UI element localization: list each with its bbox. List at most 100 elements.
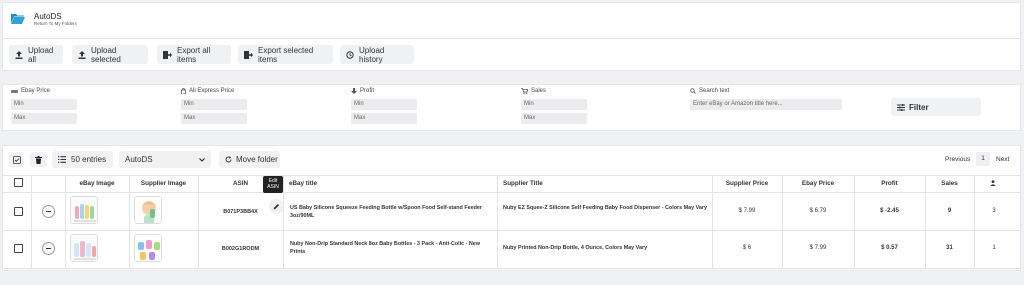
col-divider <box>497 175 498 269</box>
ebay-price-max-input[interactable]: Max <box>11 113 77 124</box>
col-header-sales: Sales <box>941 180 958 187</box>
upload-icon <box>78 50 86 59</box>
baby-photo-image <box>135 197 161 223</box>
col-header-ebay-title: eBay title <box>289 180 317 187</box>
col-divider <box>31 175 32 269</box>
export-selected-button[interactable]: Export selected items <box>238 45 333 64</box>
table-top-border <box>3 175 1020 176</box>
supplier-product-image <box>134 196 162 224</box>
folder-icon <box>11 14 25 24</box>
ebay-title-cell[interactable]: US Baby Silicone Squeeze Feeding Bottle … <box>290 204 495 220</box>
folder-select-value: AutoDS <box>125 155 153 164</box>
col-divider <box>129 175 130 269</box>
bottles-image <box>71 197 97 223</box>
row-checkbox[interactable] <box>14 244 23 253</box>
col-header-supplier-price: Supplier Price <box>725 180 769 187</box>
ebay-title-cell[interactable]: Nuby Non-Drip Standard Neck 8oz Baby Bot… <box>290 240 495 256</box>
filter-profit-label: Profit <box>351 88 374 94</box>
sliders-icon <box>897 103 905 111</box>
sales-cell: 31 <box>946 245 953 251</box>
entries-selector[interactable]: 50 entries <box>52 151 113 168</box>
filter-button-label: Filter <box>909 102 929 112</box>
ebay-icon <box>11 89 18 93</box>
tooltip-line-2: ASIN <box>267 184 279 190</box>
upload-all-button[interactable]: Upload all <box>9 45 63 64</box>
supplier-price-cell: $ 6 <box>742 245 752 251</box>
bottles-image <box>71 235 97 261</box>
filter-ebay-price-label: Ebay Price <box>11 88 50 94</box>
list-icon <box>58 156 66 163</box>
history-icon <box>346 50 354 59</box>
ebay-price-cell: $ 6.79 <box>809 208 827 214</box>
cart-icon <box>521 88 528 94</box>
sales-max-input[interactable]: Max <box>521 113 587 124</box>
ebay-price-min-input[interactable]: Min <box>11 99 77 110</box>
col-divider <box>283 175 284 269</box>
pagination-next[interactable]: Next <box>996 156 1009 163</box>
trash-icon <box>35 155 42 164</box>
supplier-title-cell[interactable]: Nuby Printed Non-Drip Bottle, 4 Ounce, C… <box>503 244 708 252</box>
col-divider <box>925 175 926 269</box>
filter-search-label: Search text <box>690 88 729 94</box>
header-row-border <box>3 192 1020 193</box>
profit-max-input[interactable]: Max <box>351 113 417 124</box>
upload-all-label: Upload all <box>28 45 54 64</box>
profit-icon <box>351 88 357 94</box>
edit-asin-tooltip: Edit ASIN <box>263 176 283 193</box>
profit-min-input[interactable]: Min <box>351 99 417 110</box>
header-select-all-checkbox[interactable] <box>14 178 23 187</box>
export-all-label: Export all items <box>177 45 211 64</box>
export-selected-label: Export selected items <box>258 45 314 64</box>
upload-icon <box>15 50 23 59</box>
supplier-title-cell[interactable]: Nuby EZ Squee-Z Silicone Self Feeding Ba… <box>503 204 708 212</box>
aliexpress-price-max-input[interactable]: Max <box>181 113 247 124</box>
row-1-border <box>3 230 1020 231</box>
upload-selected-button[interactable]: Upload selected <box>72 45 148 64</box>
sales-min-input[interactable]: Min <box>521 99 587 110</box>
select-all-button[interactable] <box>9 152 24 167</box>
delete-button[interactable] <box>30 152 47 167</box>
pagination-previous[interactable]: Previous <box>945 156 970 163</box>
pencil-icon <box>273 204 279 210</box>
col-header-supplier-title: Supplier Title <box>503 180 543 187</box>
filter-button[interactable]: Filter <box>891 98 981 116</box>
header-divider <box>3 38 1020 39</box>
row-checkbox[interactable] <box>14 207 23 216</box>
user-count-cell: 3 <box>992 208 996 214</box>
colorful-bottles-image <box>135 235 161 261</box>
user-count-cell: 1 <box>992 245 996 251</box>
user-icon <box>990 180 996 186</box>
remove-row-button[interactable] <box>42 242 55 255</box>
filter-panel <box>2 84 1021 131</box>
page-title: AutoDS <box>34 12 62 21</box>
upload-history-button[interactable]: Upload history <box>340 45 414 64</box>
col-header-supplier-image: Supplier Image <box>140 180 187 187</box>
ebay-product-image <box>70 234 98 262</box>
col-divider <box>782 175 783 269</box>
upload-selected-label: Upload selected <box>91 45 121 64</box>
col-header-profit: Profit <box>881 180 898 187</box>
col-divider <box>198 175 199 269</box>
col-divider <box>854 175 855 269</box>
folder-select[interactable]: AutoDS <box>119 151 211 168</box>
aliexpress-icon <box>181 88 186 94</box>
move-folder-button[interactable]: Move folder <box>219 151 280 168</box>
aliexpress-price-min-input[interactable]: Min <box>181 99 247 110</box>
col-divider <box>65 175 66 269</box>
remove-row-button[interactable] <box>42 205 55 218</box>
col-header-ebay-price: Ebay Price <box>801 180 835 187</box>
return-to-folders-link[interactable]: Return To My Folders <box>34 21 77 26</box>
export-icon <box>244 50 253 59</box>
entries-label: 50 entries <box>71 155 107 164</box>
pagination-page-1[interactable]: 1 <box>976 152 990 166</box>
checkbox-check-icon <box>12 155 21 164</box>
ebay-product-image <box>70 196 98 224</box>
supplier-price-cell: $ 7.99 <box>738 208 756 214</box>
search-text-input[interactable]: Enter eBay or Amazon title here... <box>690 99 842 110</box>
row-2-border <box>3 268 1020 269</box>
col-divider <box>712 175 713 269</box>
edit-asin-button[interactable] <box>269 199 284 214</box>
col-header-ebay-image: eBay Image <box>79 180 115 187</box>
refresh-icon <box>225 156 232 163</box>
export-all-button[interactable]: Export all items <box>157 45 231 64</box>
